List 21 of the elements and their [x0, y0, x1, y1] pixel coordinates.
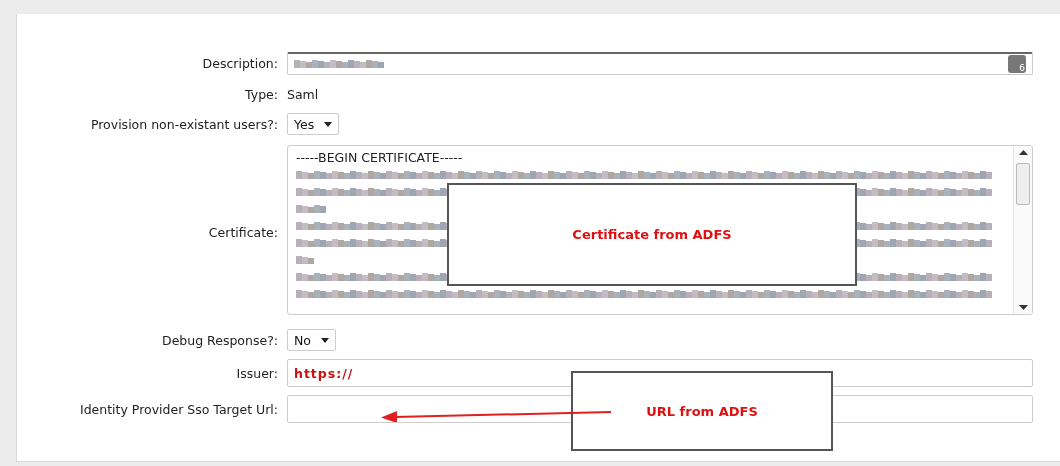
scroll-down-icon[interactable]: [1018, 305, 1028, 310]
password-manager-icon[interactable]: 6: [1008, 55, 1026, 73]
dropdown[interactable]: Yes: [287, 113, 340, 135]
dropdown[interactable]: No: [287, 329, 336, 351]
field-label: Provision non-existant users?:: [90, 116, 278, 132]
field-value: https://: [294, 365, 354, 381]
field-label: Description:: [202, 56, 278, 71]
scroll-up-icon[interactable]: [1018, 150, 1028, 155]
caret-icon: [321, 337, 329, 343]
field-label: Identity Provider Sso Target Url:: [80, 401, 278, 417]
field-label: Type:: [245, 86, 278, 102]
text-field[interactable]: 6: [287, 52, 1033, 75]
certificate-line: -----BEGIN CERTIFICATE-----: [296, 150, 464, 165]
caret-icon: [324, 121, 333, 127]
callout-text: Certificate from ADFS: [572, 227, 732, 242]
field-label: Debug Response?:: [162, 332, 278, 348]
type-value: Saml: [287, 86, 319, 102]
field-label: Issuer:: [236, 365, 278, 381]
scrollbar-thumb[interactable]: [1016, 163, 1030, 205]
callout-text: URL from ADFS: [646, 403, 758, 419]
field-label: Certificate:: [208, 224, 278, 240]
